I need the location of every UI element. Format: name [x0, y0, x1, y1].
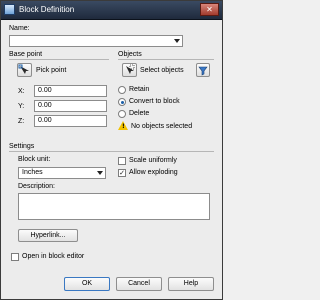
- z-label: Z:: [18, 118, 25, 125]
- retain-label[interactable]: Retain: [129, 86, 149, 93]
- chevron-down-icon[interactable]: [97, 171, 103, 175]
- objects-title: Objects: [118, 51, 142, 58]
- name-combobox[interactable]: [9, 35, 183, 47]
- allow-exploding-label[interactable]: Allow exploding: [129, 169, 178, 176]
- warning-exclamation: !: [122, 123, 125, 130]
- ok-button[interactable]: OK: [64, 277, 110, 291]
- quick-select-button[interactable]: [196, 63, 210, 77]
- description-label: Description:: [18, 183, 55, 190]
- close-button[interactable]: ✕: [200, 3, 219, 16]
- block-unit-value: Inches: [22, 169, 43, 176]
- pick-point-label[interactable]: Pick point: [36, 67, 66, 74]
- pick-point-button[interactable]: [17, 63, 32, 77]
- block-unit-select[interactable]: Inches: [18, 167, 106, 179]
- block-unit-label: Block unit:: [18, 156, 51, 163]
- select-objects-icon: [126, 64, 135, 74]
- y-field[interactable]: 0.00: [34, 100, 107, 112]
- delete-radio[interactable]: [118, 110, 126, 118]
- selection-status: No objects selected: [131, 123, 193, 130]
- block-definition-dialog: Block Definition ✕ Name: Base point Pick…: [0, 0, 223, 300]
- pick-point-icon: [18, 64, 29, 74]
- name-label: Name:: [9, 25, 30, 32]
- convert-to-block-radio[interactable]: [118, 98, 126, 106]
- cancel-button[interactable]: Cancel: [116, 277, 162, 291]
- retain-radio[interactable]: [118, 86, 126, 94]
- app-icon: [4, 4, 15, 15]
- z-field[interactable]: 0.00: [34, 115, 107, 127]
- title-bar[interactable]: Block Definition ✕: [1, 1, 222, 20]
- convert-to-block-label[interactable]: Convert to block: [129, 98, 180, 105]
- delete-label[interactable]: Delete: [129, 110, 149, 117]
- chevron-down-icon[interactable]: [174, 39, 180, 43]
- settings-divider: [9, 151, 214, 152]
- y-label: Y:: [18, 103, 25, 110]
- select-objects-label[interactable]: Select objects: [140, 67, 184, 74]
- scale-uniformly-label[interactable]: Scale uniformly: [129, 157, 177, 164]
- base-point-title: Base point: [9, 51, 43, 58]
- help-button[interactable]: Help: [168, 277, 214, 291]
- select-objects-button[interactable]: [122, 63, 137, 77]
- open-in-block-editor-label[interactable]: Open in block editor: [22, 253, 84, 260]
- x-label: X:: [18, 88, 25, 95]
- quick-select-icon: [198, 66, 208, 76]
- window-title: Block Definition: [19, 5, 75, 14]
- allow-exploding-checkbox[interactable]: ✓: [118, 169, 126, 177]
- scale-uniformly-checkbox[interactable]: [118, 157, 126, 165]
- description-textarea[interactable]: [18, 193, 210, 220]
- open-in-block-editor-checkbox[interactable]: [11, 253, 19, 261]
- settings-title: Settings: [9, 143, 35, 150]
- base-point-divider: [9, 59, 109, 60]
- objects-divider: [118, 59, 214, 60]
- hyperlink-button[interactable]: Hyperlink...: [18, 229, 78, 242]
- x-field[interactable]: 0.00: [34, 85, 107, 97]
